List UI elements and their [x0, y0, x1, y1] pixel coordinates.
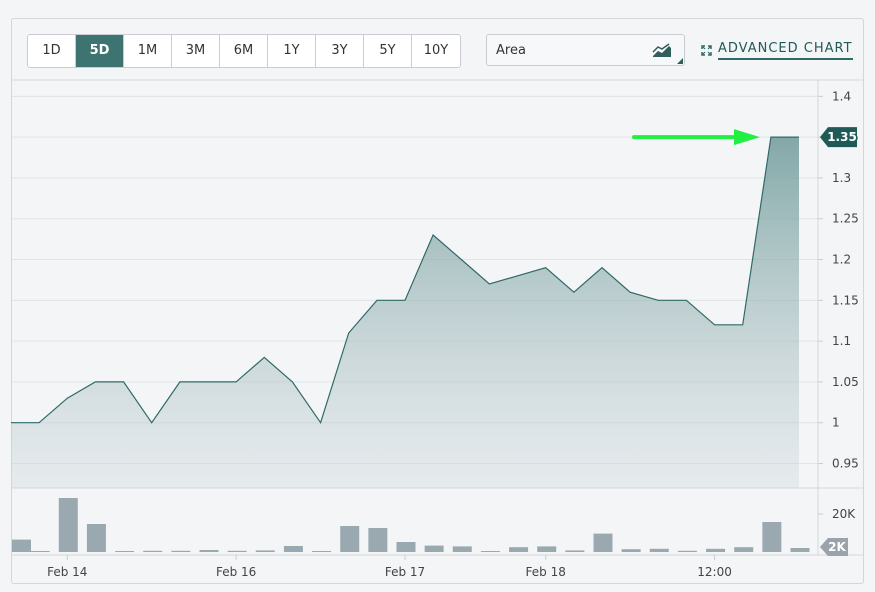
volume-bar — [565, 550, 585, 552]
price-tick-label: 1.05 — [832, 375, 859, 389]
price-chart[interactable]: 1.4 1.35 1.3 1.25 1.2 1.15 1.1 1.05 1 0.95 20K Feb … — [0, 0, 875, 592]
x-tick-label: Feb 18 — [526, 565, 566, 579]
volume-bar — [58, 498, 78, 552]
last-volume-label: 2K — [828, 540, 846, 554]
x-tick-label: Feb 16 — [216, 565, 256, 579]
volume-bar — [424, 545, 444, 552]
volume-bar — [762, 522, 782, 552]
price-tick-label: 1.15 — [832, 293, 859, 307]
x-tick-label: 12:00 — [697, 565, 732, 579]
price-tick-label: 0.95 — [832, 457, 859, 471]
volume-bar — [312, 551, 332, 552]
volume-bar — [86, 524, 106, 552]
x-tick-label: Feb 17 — [385, 565, 425, 579]
volume-bar — [30, 551, 50, 552]
volume-bar — [621, 549, 641, 552]
volume-bar — [115, 551, 135, 552]
price-tick-label: 1.2 — [832, 253, 851, 267]
volume-bar — [340, 526, 360, 552]
price-tick-label: 1.4 — [832, 89, 851, 103]
volume-bar — [255, 550, 275, 552]
volume-bar — [509, 547, 529, 552]
volume-bar — [537, 546, 557, 552]
price-area-series — [11, 136, 799, 488]
volume-bar — [649, 548, 669, 552]
price-tick-label: 1.3 — [832, 171, 851, 185]
x-tick-label: Feb 14 — [47, 565, 87, 579]
volume-bar — [368, 528, 388, 552]
volume-bar — [199, 550, 219, 552]
price-tick-label: 1.25 — [832, 212, 859, 226]
volume-bar — [593, 533, 613, 552]
volume-tick-label: 20K — [832, 507, 856, 521]
volume-bar — [790, 548, 810, 552]
volume-series — [12, 498, 810, 552]
volume-bar — [143, 550, 163, 552]
volume-bar — [396, 542, 416, 552]
last-price-label: 1.35 — [827, 130, 857, 144]
volume-bar — [12, 539, 31, 552]
volume-bar — [452, 546, 472, 552]
volume-bar — [227, 550, 247, 552]
price-tick-label: 1 — [832, 416, 840, 430]
price-area-fill — [11, 137, 799, 488]
volume-bar — [480, 551, 500, 552]
price-tick-label: 1.1 — [832, 334, 851, 348]
volume-bar — [677, 550, 697, 552]
annotation-arrow — [632, 129, 760, 146]
volume-bar — [734, 547, 754, 552]
volume-bar — [283, 546, 303, 552]
arrow-head — [734, 129, 760, 146]
volume-bar — [171, 550, 191, 552]
volume-bar — [706, 548, 726, 552]
